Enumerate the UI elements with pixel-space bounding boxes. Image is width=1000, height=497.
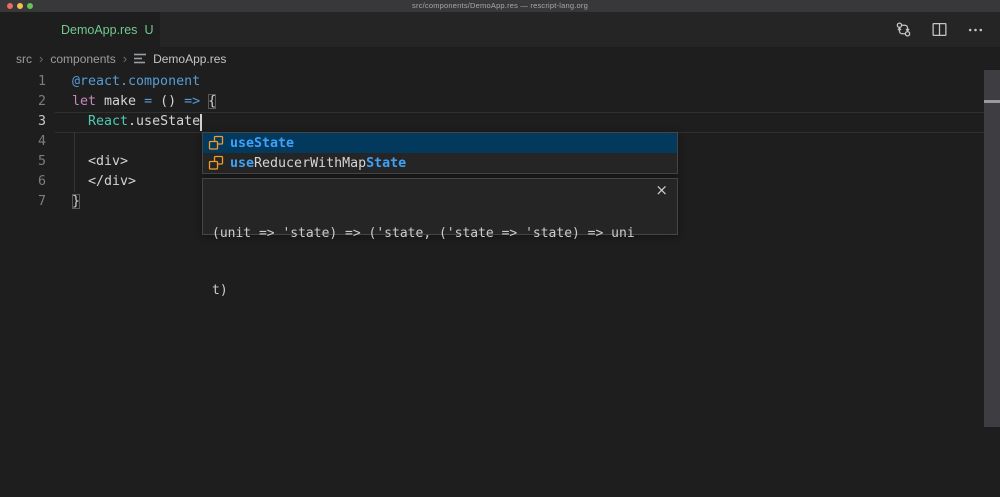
line-number: 3 (0, 112, 46, 132)
tab-label: DemoApp.res (61, 23, 137, 37)
window-title: src/components/DemoApp.res — rescript-la… (0, 1, 1000, 10)
vscode-window: src/components/DemoApp.res — rescript-la… (0, 0, 1000, 497)
file-icon (134, 53, 147, 64)
chevron-right-icon: › (39, 51, 43, 66)
code-token: => (184, 94, 200, 109)
suggest-item-usereducerwithmapstate[interactable]: useReducerWithMapState (203, 153, 677, 173)
code-token: </div> (72, 174, 136, 189)
line-number: 7 (0, 192, 46, 212)
open-changes-button[interactable] (892, 19, 914, 41)
suggest-label-match: useState (230, 136, 294, 151)
suggest-widget: useState useReducerWithMapState (unit =>… (202, 132, 678, 235)
code-line[interactable]: 2 let make = () => { (0, 92, 984, 112)
tab-bar: DemoApp.res U (0, 12, 1000, 47)
suggest-item-usestate[interactable]: useState (203, 133, 677, 153)
code-line-active[interactable]: 3 React.useState (0, 112, 984, 132)
code-token: make (96, 94, 144, 109)
code-token: React (88, 114, 128, 129)
line-number: 1 (0, 72, 46, 92)
code-token (72, 114, 88, 129)
symbol-value-icon (208, 155, 224, 171)
editor-pane[interactable]: 1 @react.component 2 let make = () => { … (0, 70, 1000, 497)
type-signature-line: t) (212, 281, 647, 300)
matched-bracket: { (208, 94, 216, 109)
titlebar: src/components/DemoApp.res — rescript-la… (0, 0, 1000, 12)
code-token: @react.component (72, 74, 200, 89)
suggest-label-text: ReducerWithMap (254, 156, 366, 171)
code-token: = (144, 94, 152, 109)
code-token: () (152, 94, 184, 109)
split-editor-icon (931, 21, 948, 38)
line-number: 2 (0, 92, 46, 112)
breadcrumb-item-components[interactable]: components (50, 52, 115, 66)
breadcrumb-item-src[interactable]: src (16, 52, 32, 66)
type-signature-line: (unit => 'state) => ('state, ('state => … (212, 224, 647, 243)
line-number: 6 (0, 172, 46, 192)
more-actions-button[interactable] (964, 19, 986, 41)
code-token: <div> (72, 154, 128, 169)
close-icon[interactable]: × (655, 181, 668, 200)
compare-changes-icon (895, 21, 912, 38)
suggest-details-panel: (unit => 'state) => ('state, ('state => … (202, 178, 678, 235)
line-number: 5 (0, 152, 46, 172)
line-number: 4 (0, 132, 46, 152)
code-line[interactable]: 1 @react.component (0, 72, 984, 92)
symbol-value-icon (208, 135, 224, 151)
suggest-list: useState useReducerWithMapState (202, 132, 678, 174)
suggest-label-match: use (230, 156, 254, 171)
breadcrumb-item-file[interactable]: DemoApp.res (153, 52, 226, 66)
code-token (200, 94, 208, 109)
breadcrumb: src › components › DemoApp.res (0, 47, 1000, 70)
split-editor-button[interactable] (928, 19, 950, 41)
suggest-label-match: State (366, 156, 406, 171)
matched-bracket: } (72, 194, 80, 209)
code-token: .useState (128, 114, 200, 129)
tab-demoapp[interactable]: DemoApp.res U (0, 12, 160, 47)
editor-actions (892, 12, 986, 47)
ellipsis-icon (967, 21, 984, 38)
git-status-badge: U (144, 23, 153, 37)
text-cursor (200, 114, 202, 131)
vertical-scrollbar[interactable] (984, 70, 1000, 427)
chevron-right-icon: › (123, 51, 127, 66)
code-token: let (72, 94, 96, 109)
overview-ruler-cursor-marker (984, 100, 1000, 103)
